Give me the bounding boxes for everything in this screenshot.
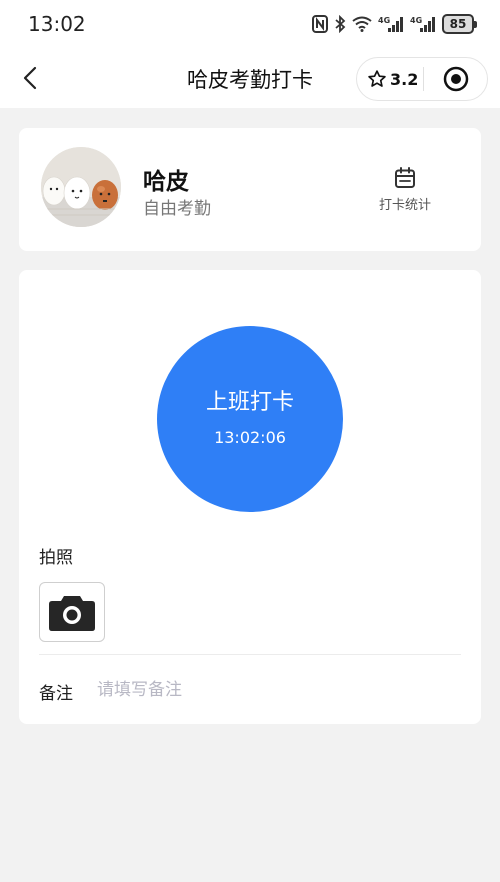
- rating-value: 3.2: [390, 69, 419, 89]
- battery-indicator: 85: [442, 14, 477, 34]
- camera-icon: [49, 596, 95, 631]
- clock-in-time: 13:02:06: [214, 427, 286, 447]
- calendar-icon: [395, 167, 415, 188]
- nfc-icon: [312, 15, 328, 33]
- avatar: [41, 147, 121, 227]
- status-time: 13:02: [28, 12, 86, 36]
- mini-program-capsule: 3.2: [356, 57, 488, 101]
- chevron-left-icon: [23, 66, 37, 90]
- avatar-eggs-image: [41, 147, 121, 227]
- status-bar: 13:02 4G 4G 85: [0, 0, 500, 48]
- remark-input[interactable]: [97, 674, 457, 706]
- clock-in-button[interactable]: 上班打卡 13:02:06: [157, 326, 343, 512]
- user-name: 哈皮: [143, 169, 189, 195]
- photo-label: 拍照: [39, 548, 73, 568]
- signal-icon-2: 4G: [410, 16, 435, 32]
- close-mini-program-button[interactable]: [424, 58, 487, 100]
- signal-label-2: 4G: [410, 16, 422, 25]
- rating-button[interactable]: 3.2: [357, 58, 423, 100]
- signal-icon-1: 4G: [378, 16, 403, 32]
- attendance-type: 自由考勤: [143, 199, 211, 219]
- star-outline-icon: [368, 70, 386, 87]
- target-circle-icon: [443, 66, 468, 92]
- profile-card: 哈皮 自由考勤 打卡统计: [19, 128, 481, 251]
- nav-bar: 哈皮考勤打卡 3.2: [0, 48, 500, 108]
- signal-label-1: 4G: [378, 16, 390, 25]
- status-icons: 4G 4G 85: [312, 13, 477, 35]
- remark-label: 备注: [39, 684, 73, 704]
- clock-in-card: 上班打卡 13:02:06 拍照 备注: [19, 270, 481, 724]
- divider: [39, 654, 461, 655]
- back-button[interactable]: [12, 60, 48, 96]
- bluetooth-icon: [335, 15, 346, 33]
- clock-in-label: 上班打卡: [205, 389, 294, 415]
- attendance-stats-button[interactable]: 打卡统计: [365, 166, 445, 216]
- wifi-icon: [352, 16, 372, 32]
- attendance-stats-label: 打卡统计: [378, 198, 431, 213]
- take-photo-button[interactable]: [39, 582, 105, 642]
